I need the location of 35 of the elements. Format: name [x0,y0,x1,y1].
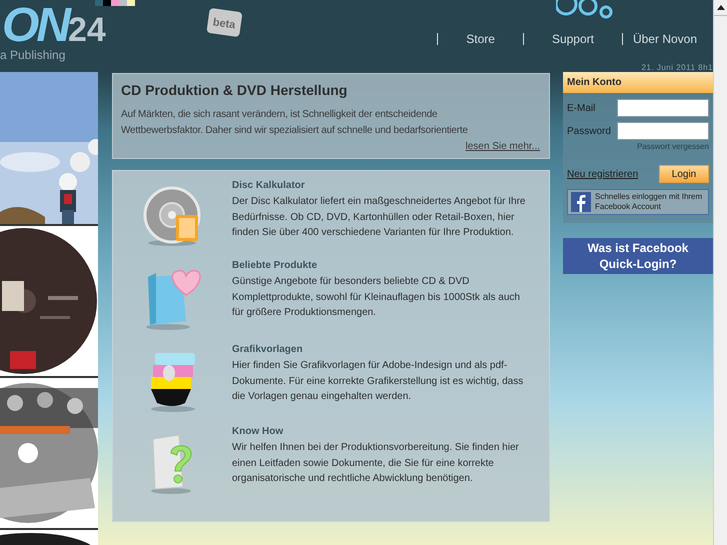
feature-title[interactable]: Grafikvorlagen [232,343,527,357]
feature-title[interactable]: Disc Kalkulator [232,179,527,193]
facebook-icon [571,192,591,212]
password-label: Password [567,124,612,138]
feature-text: Der Disc Kalkulator liefert ein maßgeschneidertes Angebot für Ihre Bedürfnisse. Ob CD, DVD, Kartonhüllen oder Retail-Boxen, hier finden Sie über 400 verschiedene Varianten für Ihre Produktion. [232,195,526,240]
nav-link[interactable]: Über Novon [632,30,697,48]
facebook-login-button[interactable]: Schnelles einloggen mit Ihrem Facebook Account [567,189,709,215]
password-field[interactable] [617,122,709,140]
account-title: Mein Konto [563,72,713,93]
feature-title[interactable]: Know How [232,425,527,439]
disc-calculator-icon [142,185,204,247]
date-text: 21. Juni 2011 8h1 [641,62,713,74]
email-label: E-Mail [567,102,596,116]
banner-line: Was ist Facebook [588,240,688,256]
color-swatch-strip [95,0,135,6]
banner-line: Quick-Login? [599,256,677,272]
nav-link[interactable]: Store [466,30,495,48]
feature-text: Günstige Angebote für besonders beliebte CD & DVD Komplettprodukte, sowohl für Kleinauflagen bis 1000Stk als auch für größere Produktionsmengen. [232,275,521,320]
feature-text: Wir helfen Ihnen bei der Produktionsvorbereitung. Sie finden hier einen Leitfaden sowie Dokumente, die Sie für eine korrekte organisatorische und rechtliche Abwicklung benötigen. [232,441,520,486]
logo-wordmark: ON [2,4,68,48]
scrollbar[interactable] [713,0,727,545]
login-button[interactable]: Login [659,165,709,183]
intro-title: CD Produktion & DVD Herstellung [121,81,348,100]
register-link[interactable]: Neu registrieren [567,166,638,182]
feature-text: Hier finden Sie Grafikvorlagen für Adobe-Indesign und als pdf-Dokumente. Für eine korrekte Grafikerstellung ist es wichtig, dass die Vorlagen genau eingehalten werden. [232,359,524,404]
email-field[interactable] [617,99,709,117]
facebook-login-text: Schnelles einloggen mit Ihrem Facebook Account [595,192,704,212]
forgot-password-link[interactable]: Passwort vergessen [636,141,709,153]
logo-tagline: a Publishing [0,48,66,62]
feature-title[interactable]: Beliebte Produkte [232,259,527,273]
beta-tag: beta [206,8,242,37]
facebook-info-banner[interactable]: Was ist Facebook Quick-Login? [563,238,713,274]
read-more-link[interactable]: lesen Sie mehr... [466,139,540,154]
nav-link[interactable]: Support [552,30,594,48]
scroll-up-icon[interactable] [716,5,724,10]
